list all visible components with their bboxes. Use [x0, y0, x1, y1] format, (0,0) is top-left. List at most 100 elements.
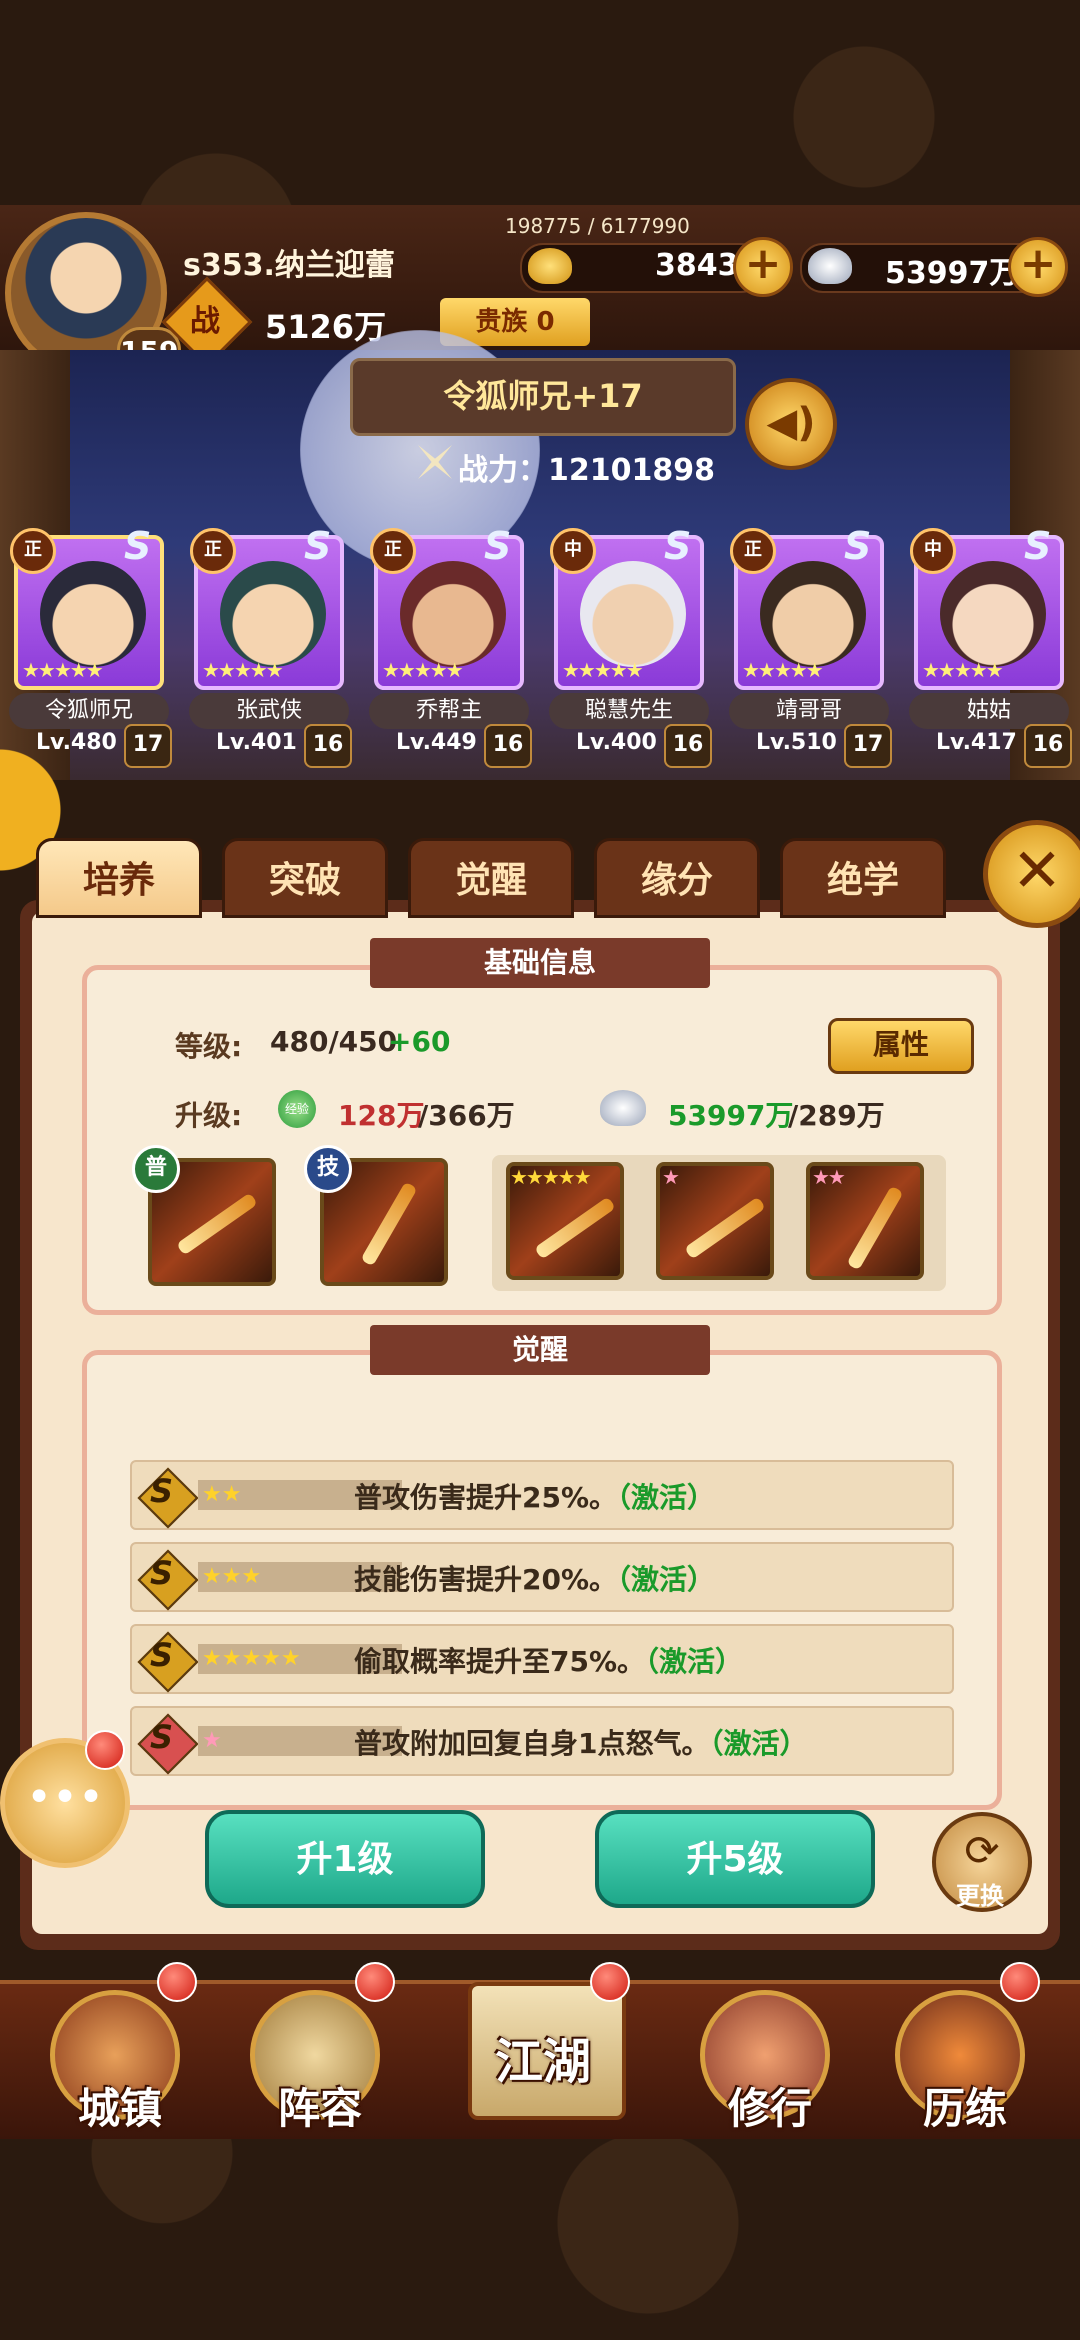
- silver-value: 53997万: [885, 256, 1020, 291]
- silver-have: 53997万: [668, 1099, 794, 1132]
- silver-ingot-icon: [600, 1090, 646, 1126]
- sword-icon: [684, 1196, 766, 1260]
- hero-stars: ★★★★★: [22, 658, 104, 682]
- nav-training-label: 修行: [727, 2084, 812, 2133]
- awaken-s-letter: S: [150, 1636, 174, 1674]
- notification-dot: [590, 1962, 630, 2002]
- silver-ingot-icon: [808, 248, 852, 284]
- level-up-5-button[interactable]: 升5级: [595, 1810, 875, 1908]
- awaken-desc: 偷取概率提升至75%。（激活）: [354, 1640, 743, 1680]
- nav-town[interactable]: 城镇: [45, 1985, 195, 2135]
- nav-trials-label: 历练: [922, 2084, 1007, 2133]
- hero-card[interactable]: ★★★★★ 正 S 令狐师兄 Lv.480 17: [9, 524, 172, 768]
- add-gold-button[interactable]: +: [733, 237, 793, 297]
- hero-grade-icon: S: [844, 524, 872, 568]
- tab-awaken[interactable]: 觉醒: [408, 838, 574, 918]
- awaken-status: （激活）: [709, 1727, 808, 1760]
- hero-card[interactable]: ★★★★★ 中 S 姑姑 Lv.417 16: [909, 524, 1072, 768]
- tab-skills[interactable]: 绝学: [780, 838, 946, 918]
- level-up-1-button[interactable]: 升1级: [205, 1810, 485, 1908]
- gold-ingot-icon: [528, 248, 572, 284]
- nav-lineup[interactable]: 阵容: [245, 1985, 395, 2135]
- level-bonus: +60: [388, 1025, 451, 1058]
- notification-dot: [85, 1730, 125, 1770]
- tab-fate[interactable]: 缘分: [594, 838, 760, 918]
- voice-play-button[interactable]: ◀): [745, 378, 837, 470]
- close-button[interactable]: ✕: [983, 820, 1080, 928]
- awaken-text: 技能伤害提升20%。: [354, 1563, 618, 1596]
- hero-stars: ★★★★★: [382, 658, 464, 682]
- combat-power: 战力：12101898: [458, 453, 715, 488]
- sword-icon: [176, 1192, 258, 1256]
- power-icon-label: 战: [190, 304, 220, 339]
- hero-role-badge: 正: [10, 528, 56, 574]
- awaken-row: S ★★ 普攻伤害提升25%。（激活）: [130, 1460, 954, 1530]
- exp-have: 128万: [338, 1099, 425, 1132]
- tab-breakthrough[interactable]: 突破: [222, 838, 388, 918]
- basic-info-title: 基础信息: [370, 938, 710, 988]
- hero-level: Lv.417: [936, 730, 1017, 755]
- awaken-text: 普攻伤害提升25%。: [354, 1481, 618, 1514]
- level-label: 等级:: [175, 1030, 243, 1063]
- hero-face: [400, 561, 506, 667]
- hero-grade-icon: S: [304, 524, 332, 568]
- awaken-s-letter: S: [150, 1718, 174, 1756]
- hero-stars: ★★★★★: [562, 658, 644, 682]
- awaken-text: 偷取概率提升至75%。: [354, 1645, 646, 1678]
- hero-card[interactable]: ★★★★★ 中 S 聪慧先生 Lv.400 16: [549, 524, 712, 768]
- exp-need: /366万: [418, 1099, 515, 1132]
- awaken-status: （激活）: [645, 1645, 744, 1678]
- awaken-status: （激活）: [617, 1481, 716, 1514]
- hero-card[interactable]: ★★★★★ 正 S 张武侠 Lv.401 16: [189, 524, 352, 768]
- nav-training[interactable]: 修行: [695, 1985, 845, 2135]
- equip-stars: ★★: [812, 1165, 846, 1189]
- awaken-desc: 技能伤害提升20%。（激活）: [354, 1558, 715, 1598]
- awaken-text: 普攻附加回复自身1点怒气。: [354, 1727, 710, 1760]
- awaken-desc: 普攻附加回复自身1点怒气。（激活）: [354, 1722, 808, 1762]
- hero-face: [580, 561, 686, 667]
- silver-need: /289万: [788, 1099, 885, 1132]
- hero-stars: ★★★★★: [742, 658, 824, 682]
- notification-dot: [355, 1962, 395, 2002]
- awaken-desc: 普攻伤害提升25%。（激活）: [354, 1476, 715, 1516]
- hero-grade-icon: S: [664, 524, 692, 568]
- hero-role-badge: 正: [190, 528, 236, 574]
- player-name: s353.纳兰迎蕾: [183, 248, 395, 283]
- awaken-s-letter: S: [150, 1472, 174, 1510]
- normal-attack-badge: 普: [132, 1145, 180, 1193]
- skill-badge: 技: [304, 1145, 352, 1193]
- hero-face: [40, 561, 146, 667]
- hero-advance: 16: [1024, 724, 1072, 768]
- hero-grade-icon: S: [1024, 524, 1052, 568]
- hero-role-badge: 中: [550, 528, 596, 574]
- exp-progress: 198775 / 6177990: [505, 214, 690, 238]
- nav-trials[interactable]: 历练: [890, 1985, 1040, 2135]
- hero-grade-icon: S: [484, 524, 512, 568]
- hero-name-banner: 令狐师兄+17: [350, 358, 736, 436]
- hero-card[interactable]: ★★★★★ 正 S 靖哥哥 Lv.510 17: [729, 524, 892, 768]
- upgrade-label: 升级:: [175, 1099, 243, 1132]
- hero-level: Lv.401: [216, 730, 297, 755]
- hero-role-badge: 中: [910, 528, 956, 574]
- hero-face: [220, 561, 326, 667]
- hero-level: Lv.400: [576, 730, 657, 755]
- equip-stars: ★★★★★: [510, 1165, 592, 1189]
- awaken-row: S ★★★ 技能伤害提升20%。（激活）: [130, 1542, 954, 1612]
- hero-face: [940, 561, 1046, 667]
- awaken-s-letter: S: [150, 1554, 174, 1592]
- hero-card[interactable]: ★★★★★ 正 S 乔帮主 Lv.449 16: [369, 524, 532, 768]
- hero-advance: 16: [304, 724, 352, 768]
- add-silver-button[interactable]: +: [1008, 237, 1068, 297]
- hero-stars: ★★★★★: [202, 658, 284, 682]
- level-value: 480/450: [270, 1025, 398, 1058]
- nav-lineup-label: 阵容: [277, 2084, 362, 2133]
- hero-role-badge: 正: [730, 528, 776, 574]
- hero-level: Lv.510: [756, 730, 837, 755]
- blade-icon: [846, 1185, 904, 1271]
- exp-icon: 经验: [278, 1090, 316, 1128]
- hero-stars: ★★★★★: [922, 658, 1004, 682]
- awaken-row: S ★ 普攻附加回复自身1点怒气。（激活）: [130, 1706, 954, 1776]
- nav-town-label: 城镇: [77, 2084, 162, 2133]
- attributes-button[interactable]: 属性: [828, 1018, 974, 1074]
- tab-cultivate[interactable]: 培养: [36, 838, 202, 918]
